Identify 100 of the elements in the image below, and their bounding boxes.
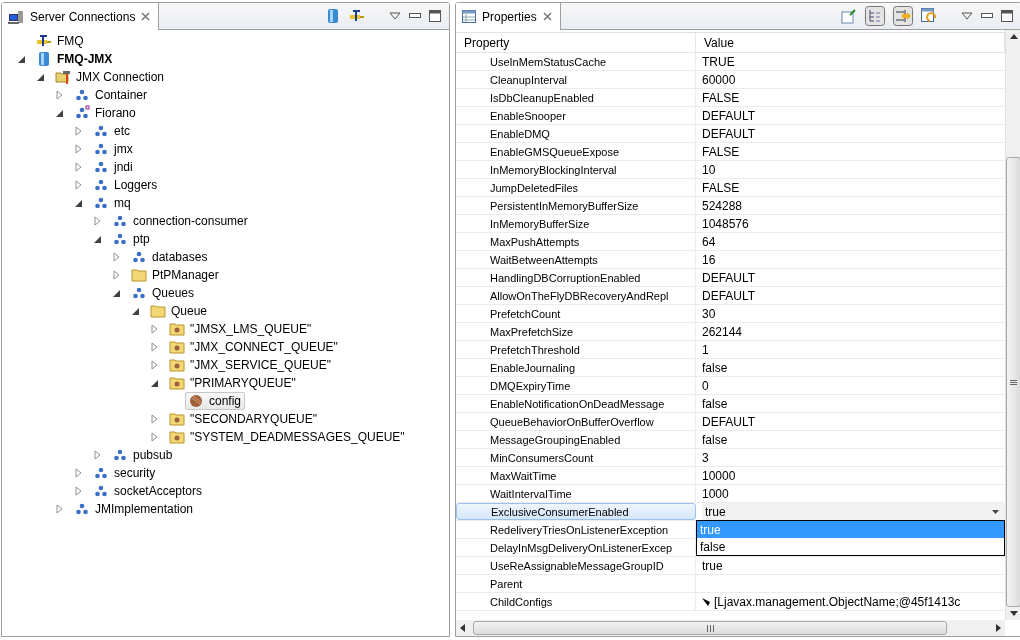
property-name[interactable]: MaxPushAttempts (456, 233, 696, 250)
expand-arrow-icon[interactable] (702, 597, 710, 606)
vertical-scrollbar[interactable] (1005, 30, 1020, 620)
scrollbar-thumb[interactable] (473, 621, 947, 635)
tree-item[interactable]: jndi (90, 158, 137, 176)
collapse-arrow-icon[interactable] (112, 288, 122, 298)
property-value: DEFAULT (702, 270, 756, 285)
tree-item[interactable]: "SYSTEM_DEADMESSAGES_QUEUE" (166, 428, 409, 446)
collapse-arrow-icon[interactable] (17, 54, 27, 64)
property-name[interactable]: AllowOnTheFlyDBRecoveryAndRepl (456, 287, 696, 304)
view-menu-icon[interactable] (961, 12, 973, 20)
grip-icon (1010, 379, 1017, 385)
collapse-arrow-icon[interactable] (55, 108, 65, 118)
tree-item[interactable]: security (90, 464, 160, 482)
tree-item[interactable]: PtPManager (128, 266, 223, 284)
tree-item[interactable]: "JMSX_LMS_QUEUE" (166, 320, 316, 338)
tree-item[interactable]: Queues (128, 284, 199, 302)
property-name[interactable]: InMemoryBlockingInterval (456, 161, 696, 178)
property-name[interactable]: UseInMemStatusCache (456, 53, 696, 70)
scroll-down-icon[interactable] (1009, 611, 1018, 616)
property-name[interactable]: IsDbCleanupEnabled (456, 89, 696, 106)
arrows-icon[interactable] (893, 6, 913, 26)
property-name[interactable]: CleanupInterval (456, 71, 696, 88)
view-tab[interactable]: Server Connections (2, 3, 160, 30)
scroll-right-icon[interactable] (996, 624, 1001, 632)
view-tab[interactable]: Properties (456, 3, 561, 30)
property-value: FALSE (702, 90, 740, 105)
property-name[interactable]: HandlingDBCorruptionEnabled (456, 269, 696, 286)
property-name[interactable]: EnableJournaling (456, 359, 696, 376)
tree-item[interactable]: Container (71, 86, 152, 104)
tree-view-icon[interactable] (865, 6, 885, 26)
property-name[interactable]: InMemoryBufferSize (456, 215, 696, 232)
tree-item[interactable]: pubsub (109, 446, 177, 464)
tree-item[interactable]: FMQ-JMX (33, 50, 117, 68)
property-name[interactable]: DMQExpiryTime (456, 377, 696, 394)
collapse-arrow-icon[interactable] (74, 198, 84, 208)
property-name[interactable]: EnableGMSQueueExpose (456, 143, 696, 160)
tree-item[interactable]: databases (128, 248, 212, 266)
tree-item[interactable]: "PRIMARYQUEUE" (166, 374, 300, 392)
property-value: 10000 (702, 468, 736, 483)
property-name[interactable]: UseReAssignableMessageGroupID (456, 557, 696, 574)
collapse-arrow-icon[interactable] (131, 306, 141, 316)
value-dropdown[interactable]: true (702, 503, 1005, 520)
property-name[interactable]: PrefetchThreshold (456, 341, 696, 358)
maximize-icon[interactable] (1001, 10, 1013, 22)
tree-item[interactable]: socketAcceptors (90, 482, 207, 500)
property-name[interactable]: MaxWaitTime (456, 467, 696, 484)
tree-item[interactable]: jmx (90, 140, 137, 158)
tree-item[interactable]: "JMX_SERVICE_QUEUE" (166, 356, 335, 374)
tree-item[interactable]: Queue (147, 302, 212, 320)
view-menu-icon[interactable] (389, 12, 401, 20)
property-name[interactable]: MaxPrefetchSize (456, 323, 696, 340)
tree-item[interactable]: mq (90, 194, 135, 212)
close-icon[interactable] (141, 12, 151, 21)
restore-table-icon[interactable] (921, 8, 937, 24)
folder-icon (169, 321, 185, 337)
collapse-arrow-icon[interactable] (150, 378, 160, 388)
tree-item[interactable]: config (185, 392, 246, 410)
scroll-up-icon[interactable] (1009, 34, 1018, 39)
server-icon[interactable] (325, 8, 341, 24)
property-name[interactable]: EnableNotificationOnDeadMessage (456, 395, 696, 412)
tree-item[interactable]: JMX Connection (52, 68, 169, 86)
tree-item[interactable]: FMQ (33, 32, 88, 50)
folder-icon (169, 411, 185, 427)
plug-icon[interactable] (349, 8, 365, 24)
maximize-icon[interactable] (429, 10, 441, 22)
property-value: DEFAULT (702, 414, 756, 429)
property-name[interactable]: MinConsumersCount (456, 449, 696, 466)
property-value: 10 (702, 162, 716, 177)
collapse-arrow-icon[interactable] (93, 234, 103, 244)
minimize-icon[interactable] (981, 13, 993, 19)
tree-item[interactable]: etc (90, 122, 134, 140)
tree-item[interactable]: "SECONDARYQUEUE" (166, 410, 321, 428)
property-name[interactable]: JumpDeletedFiles (456, 179, 696, 196)
pin-icon[interactable] (841, 8, 857, 24)
property-name[interactable]: ExclusiveConsumerEnabled (456, 503, 696, 520)
property-name[interactable]: RedeliveryTriesOnListenerException (456, 521, 696, 538)
property-name[interactable]: WaitIntervalTime (456, 485, 696, 502)
property-name[interactable]: ChildConfigs (456, 593, 696, 610)
close-icon[interactable] (542, 12, 552, 21)
collapse-arrow-icon[interactable] (36, 72, 46, 82)
scroll-left-icon[interactable] (460, 624, 465, 632)
property-name[interactable]: DelayInMsgDeliveryOnListenerExcep (456, 539, 696, 556)
property-name[interactable]: EnableDMQ (456, 125, 696, 142)
minimize-icon[interactable] (409, 13, 421, 19)
property-name[interactable]: PersistentInMemoryBufferSize (456, 197, 696, 214)
property-name[interactable]: WaitBetweenAttempts (456, 251, 696, 268)
tree-item[interactable]: Fiorano (71, 104, 140, 122)
property-name[interactable]: MessageGroupingEnabled (456, 431, 696, 448)
property-name[interactable]: EnableSnooper (456, 107, 696, 124)
property-name[interactable]: PrefetchCount (456, 305, 696, 322)
tree-item[interactable]: ptp (109, 230, 154, 248)
tree-item[interactable]: JMImplementation (71, 500, 198, 518)
tree-item[interactable]: Loggers (90, 176, 162, 194)
tree-item[interactable]: connection-consumer (109, 212, 252, 230)
scrollbar-thumb[interactable] (1006, 157, 1020, 607)
property-name[interactable]: QueueBehaviorOnBufferOverflow (456, 413, 696, 430)
property-name[interactable]: Parent (456, 575, 696, 592)
horizontal-scrollbar[interactable] (456, 620, 1005, 636)
tree-item[interactable]: "JMX_CONNECT_QUEUE" (166, 338, 342, 356)
